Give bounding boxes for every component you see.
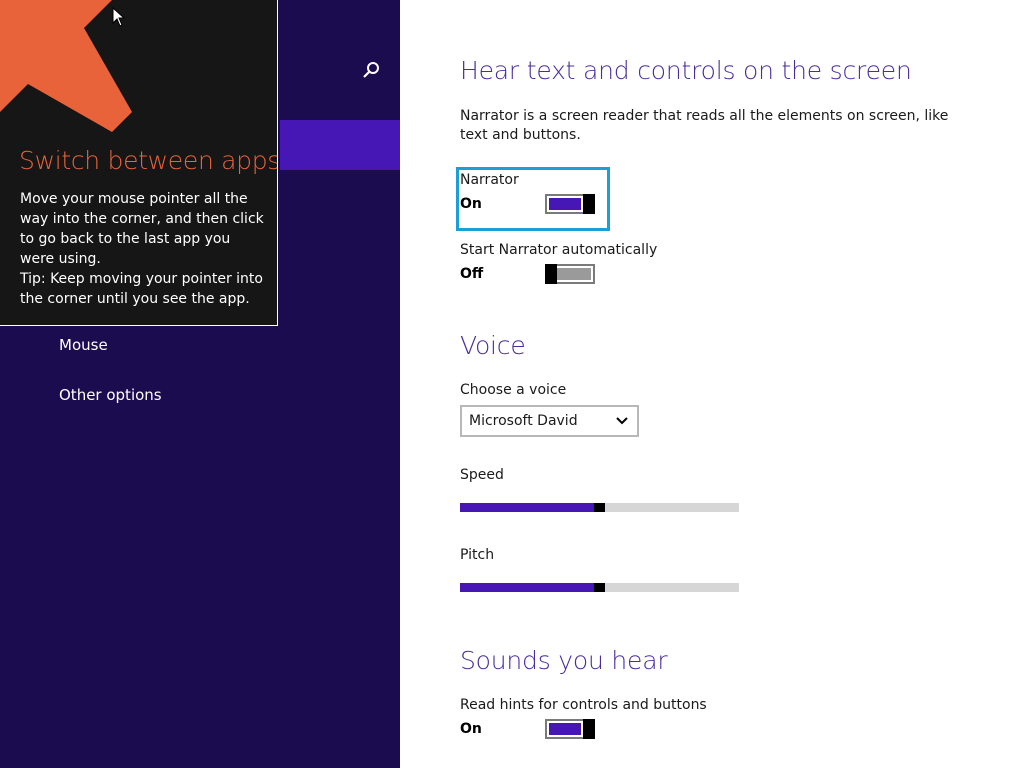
pitch-slider[interactable]: [460, 583, 739, 592]
toggle-fill: [549, 198, 581, 210]
auto-start-state: Off: [460, 266, 484, 282]
toggle-thumb: [583, 194, 595, 214]
sidebar-item-other-options[interactable]: Other options: [59, 386, 162, 404]
toggle-fill: [557, 268, 591, 280]
tip-title: Switch between apps: [19, 146, 278, 175]
read-hints-state: On: [460, 721, 482, 737]
choose-voice-label: Choose a voice: [460, 382, 567, 398]
search-button[interactable]: [358, 58, 384, 84]
toggle-thumb: [583, 719, 595, 739]
chevron-down-icon: [616, 417, 628, 425]
slider-fill: [460, 583, 594, 592]
slider-thumb[interactable]: [594, 503, 605, 512]
search-icon: [363, 62, 379, 78]
narrator-toggle[interactable]: [545, 194, 595, 214]
auto-start-label: Start Narrator automatically: [460, 242, 658, 258]
section-heading-voice: Voice: [460, 331, 526, 360]
voice-select[interactable]: Microsoft David: [460, 405, 639, 437]
narrator-label: Narrator: [460, 172, 519, 188]
toggle-thumb: [545, 264, 557, 284]
section-heading-narrator: Hear text and controls on the screen: [460, 56, 912, 85]
read-hints-label: Read hints for controls and buttons: [460, 697, 707, 713]
tip-hint: Tip: Keep moving your pointer into the c…: [20, 271, 263, 307]
tip-body: Move your mouse pointer all the way into…: [20, 189, 268, 309]
selected-nav-item[interactable]: [280, 120, 400, 170]
voice-select-value: Microsoft David: [469, 413, 578, 429]
section-heading-sounds: Sounds you hear: [460, 646, 668, 675]
arrow-up-left-icon: [0, 0, 132, 132]
slider-fill: [460, 503, 594, 512]
sidebar-item-mouse[interactable]: Mouse: [59, 336, 108, 354]
auto-start-toggle[interactable]: [545, 264, 595, 284]
slider-thumb[interactable]: [594, 583, 605, 592]
tip-description: Move your mouse pointer all the way into…: [20, 191, 264, 267]
read-hints-toggle[interactable]: [545, 719, 595, 739]
narrator-state: On: [460, 196, 482, 212]
speed-slider[interactable]: [460, 503, 739, 512]
narrator-description: Narrator is a screen reader that reads a…: [460, 108, 949, 143]
speed-label: Speed: [460, 467, 504, 483]
toggle-fill: [549, 723, 581, 735]
pitch-label: Pitch: [460, 547, 495, 563]
mouse-cursor-icon: [112, 7, 126, 27]
switch-apps-tip: Switch between apps Move your mouse poin…: [0, 0, 278, 326]
